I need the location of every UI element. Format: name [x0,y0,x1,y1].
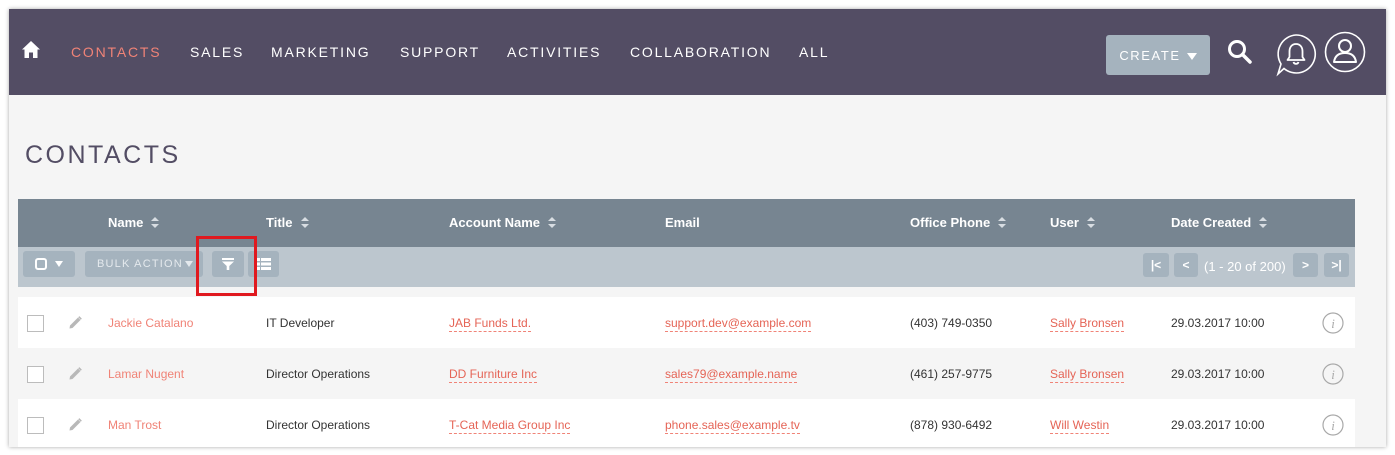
create-button-label: CREATE [1119,47,1181,63]
user-profile-icon[interactable] [1324,31,1366,73]
nav-item-contacts[interactable]: CONTACTS [71,44,161,60]
office-phone: (878) 930-6492 [910,418,993,432]
nav-item-activities[interactable]: ACTIVITIES [507,44,601,60]
account-name-link[interactable]: JAB Funds Ltd. [449,316,532,332]
email-link[interactable]: sales79@example.name [665,367,798,383]
pencil-edit-icon[interactable] [67,366,83,382]
email-link[interactable]: support.dev@example.com [665,316,812,332]
column-header-name[interactable]: Name [108,215,160,230]
info-icon[interactable]: i [1322,312,1344,334]
info-icon[interactable]: i [1322,363,1344,385]
search-icon[interactable] [1227,39,1253,65]
contact-name-link[interactable]: Man Trost [108,418,161,432]
svg-text:i: i [1331,316,1335,331]
pagination-info: (1 - 20 of 200) [1204,259,1286,274]
row-checkbox[interactable] [27,366,44,383]
sort-icon [1086,216,1095,229]
email-link[interactable]: phone.sales@example.tv [665,418,800,434]
nav-item-support[interactable]: SUPPORT [400,44,480,60]
column-label: Office Phone [910,215,991,230]
column-header-email: Email [665,215,700,230]
app-frame: CONTACTS SALES MARKETING SUPPORT ACTIVIT… [9,9,1386,447]
contacts-list-table: Name Title Account Name Email Office Pho… [18,199,1355,447]
sort-icon [998,216,1007,229]
top-navigation-bar: CONTACTS SALES MARKETING SUPPORT ACTIVIT… [9,9,1386,95]
contact-title: IT Developer [266,316,335,330]
info-icon[interactable]: i [1322,414,1344,436]
column-header-account-name[interactable]: Account Name [449,215,557,230]
select-all-dropdown[interactable] [23,251,75,277]
pencil-edit-icon[interactable] [67,417,83,433]
notification-bell-icon[interactable] [1275,33,1317,77]
sort-icon [1259,216,1268,229]
office-phone: (403) 749-0350 [910,316,993,330]
table-row: Man Trost Director Operations T-Cat Medi… [18,399,1355,447]
pagination-last-button[interactable]: >| [1324,253,1349,277]
date-created: 29.03.2017 10:00 [1171,316,1265,330]
filter-highlight-box [196,236,257,296]
row-checkbox[interactable] [27,417,44,434]
date-created: 29.03.2017 10:00 [1171,418,1265,432]
svg-text:i: i [1331,418,1335,433]
assigned-user-link[interactable]: Sally Bronsen [1050,367,1125,383]
column-header-title[interactable]: Title [266,215,309,230]
column-label: Account Name [449,215,541,230]
home-icon[interactable] [21,40,41,60]
nav-item-all[interactable]: ALL [799,44,829,60]
column-label: User [1050,215,1079,230]
column-header-date-created[interactable]: Date Created [1171,215,1268,230]
pagination-prev-button[interactable]: < [1174,253,1198,277]
create-button[interactable]: CREATE [1106,35,1210,75]
bulk-action-label: BULK ACTION [97,258,183,270]
svg-text:i: i [1331,367,1335,382]
column-label: Name [108,215,144,230]
chevron-down-icon [1186,52,1197,60]
sort-icon [151,216,160,229]
column-label: Email [665,215,700,230]
contact-title: Director Operations [266,367,371,381]
bulk-action-dropdown[interactable]: BULK ACTION [85,251,203,277]
nav-item-sales[interactable]: SALES [190,44,244,60]
row-checkbox[interactable] [27,315,44,332]
contact-title: Director Operations [266,418,371,432]
sort-icon [300,216,309,229]
page-title: CONTACTS [25,141,181,169]
checkbox-icon [35,258,47,270]
nav-item-marketing[interactable]: MARKETING [271,44,370,60]
account-name-link[interactable]: DD Furniture Inc [449,367,538,383]
column-header-user[interactable]: User [1050,215,1095,230]
chevron-down-icon [185,261,193,267]
date-created: 29.03.2017 10:00 [1171,367,1265,381]
table-row: Lamar Nugent Director Operations DD Furn… [18,348,1355,399]
chevron-down-icon [55,261,63,267]
pencil-edit-icon[interactable] [67,315,83,331]
account-name-link[interactable]: T-Cat Media Group Inc [449,418,571,434]
list-columns-icon [256,258,271,270]
contact-name-link[interactable]: Lamar Nugent [108,367,184,381]
nav-item-collaboration[interactable]: COLLABORATION [630,44,771,60]
column-label: Date Created [1171,215,1252,230]
column-label: Title [266,215,293,230]
contact-name-link[interactable]: Jackie Catalano [108,316,193,330]
pagination-next-button[interactable]: > [1293,253,1318,277]
office-phone: (461) 257-9775 [910,367,993,381]
assigned-user-link[interactable]: Sally Bronsen [1050,316,1125,332]
assigned-user-link[interactable]: Will Westin [1050,418,1110,434]
sort-icon [548,216,557,229]
pagination-first-button[interactable]: |< [1143,253,1169,277]
column-header-office-phone[interactable]: Office Phone [910,215,1007,230]
table-row: Jackie Catalano IT Developer JAB Funds L… [18,297,1355,348]
